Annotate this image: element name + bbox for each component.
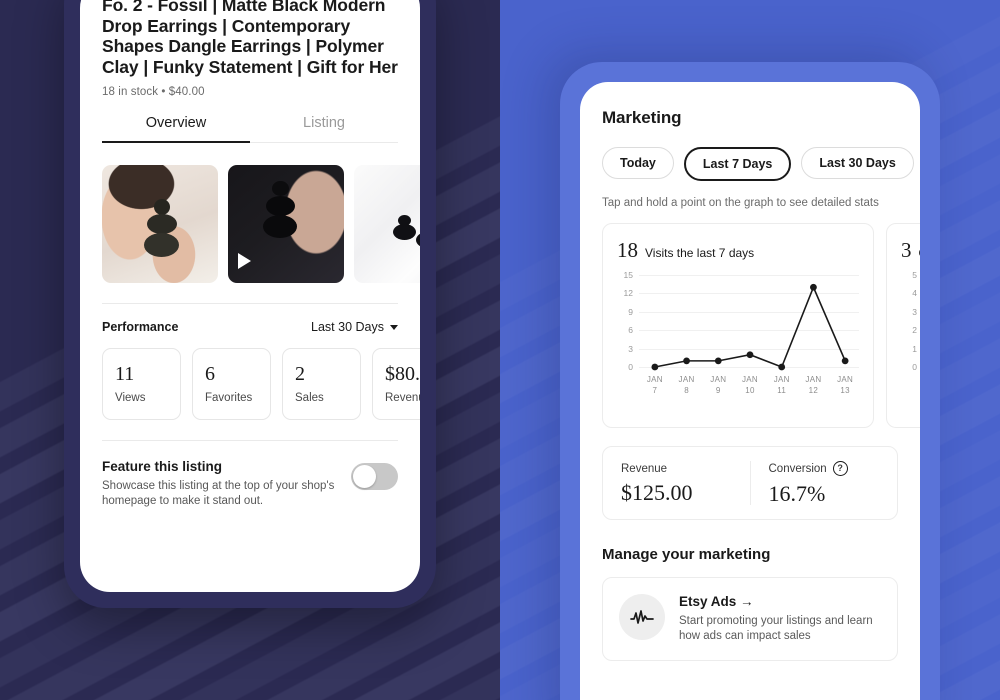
performance-range-label: Last 30 Days xyxy=(311,320,384,334)
kpi-row: Revenue $125.00 Conversion ? 16.7% xyxy=(602,446,898,520)
listing-stock-price: 18 in stock • $40.00 xyxy=(102,86,205,98)
help-icon[interactable]: ? xyxy=(832,461,848,476)
visits-card-header: 18 Visits the last 7 days xyxy=(617,240,859,261)
orders-line-chart: 5 4 3 2 1 0 xyxy=(901,270,920,395)
stat-value: 2 xyxy=(295,363,305,385)
right-phone-frame: Marketing Today Last 7 Days Last 30 Days… xyxy=(560,62,940,700)
feature-listing-description: Showcase this listing at the top of your… xyxy=(102,480,335,507)
sparkline-icon xyxy=(619,594,665,640)
thumbnail-product-photo[interactable] xyxy=(354,165,420,283)
y-axis-tick: 2 xyxy=(912,325,917,336)
x-axis-tick: JAN 9 xyxy=(710,375,727,395)
chevron-down-icon xyxy=(390,324,398,330)
y-axis-tick: 4 xyxy=(912,288,917,299)
stat-sales[interactable]: 2 Sales xyxy=(282,348,361,420)
y-axis-tick: 6 xyxy=(628,325,633,336)
play-icon xyxy=(238,253,251,269)
feature-listing-section: Feature this listing Showcase this listi… xyxy=(80,441,420,509)
x-axis-tick: JAN 11 xyxy=(773,375,790,395)
stat-favorites[interactable]: 6 Favorites xyxy=(192,348,271,420)
y-axis-tick: 3 xyxy=(912,306,917,317)
thumbnail-model-photo[interactable] xyxy=(102,165,218,283)
stat-value: 11 xyxy=(115,363,135,385)
date-range-chip-group: Today Last 7 Days Last 30 Days This xyxy=(602,147,914,181)
visits-series-path xyxy=(651,283,849,371)
tab-listing[interactable]: Listing xyxy=(250,115,398,142)
page-title: Marketing xyxy=(602,108,682,127)
y-axis-tick: 1 xyxy=(912,343,917,354)
etsy-ads-description: Start promoting your listings and learn … xyxy=(679,615,873,642)
kpi-revenue: Revenue $125.00 xyxy=(603,463,750,504)
listing-thumbnail-strip[interactable] xyxy=(80,143,420,283)
y-axis-tick: 0 xyxy=(912,362,917,372)
kpi-value: 16.7% xyxy=(768,481,826,506)
orders-graph-card[interactable]: 3 Or 5 4 3 2 1 0 xyxy=(886,223,920,428)
y-axis-tick: 15 xyxy=(623,270,633,280)
feature-listing-toggle[interactable] xyxy=(351,463,398,490)
active-tab-underline xyxy=(102,140,250,143)
toggle-knob xyxy=(353,465,376,488)
y-axis-tick: 12 xyxy=(623,288,633,299)
right-phone-screen: Marketing Today Last 7 Days Last 30 Days… xyxy=(580,82,920,700)
y-axis-tick: 0 xyxy=(628,362,633,372)
performance-range-selector[interactable]: Last 30 Days xyxy=(311,320,398,334)
etsy-ads-card[interactable]: Etsy Ads → Start promoting your listings… xyxy=(602,577,898,661)
visits-total: 18 xyxy=(617,238,638,262)
feature-listing-title: Feature this listing xyxy=(102,459,223,474)
x-axis-tick: JAN 10 xyxy=(741,375,758,395)
orders-caption: Or xyxy=(919,246,921,260)
visits-caption: Visits the last 7 days xyxy=(645,246,755,260)
y-axis-tick: 9 xyxy=(628,306,633,317)
chip-last-30-days[interactable]: Last 30 Days xyxy=(801,147,914,179)
stat-revenue[interactable]: $80.00 Revenue xyxy=(372,348,420,420)
x-axis-tick: JAN 13 xyxy=(837,375,854,395)
stat-value: $80.00 xyxy=(385,363,420,385)
stat-label: Sales xyxy=(295,392,324,404)
orders-total: 3 xyxy=(901,238,912,262)
x-axis-tick: JAN 8 xyxy=(678,375,695,395)
stat-value: 6 xyxy=(205,363,215,385)
kpi-conversion: Conversion ? 16.7% xyxy=(749,461,898,506)
stat-views[interactable]: 11 Views xyxy=(102,348,181,420)
kpi-label: Conversion xyxy=(768,462,827,475)
stat-label: Favorites xyxy=(205,392,253,404)
y-axis-tick: 5 xyxy=(912,270,917,280)
kpi-label: Revenue xyxy=(621,462,668,475)
graph-hint-text: Tap and hold a point on the graph to see… xyxy=(602,197,879,209)
visits-line-chart: 15 12 9 6 3 0 JAN 7 JAN 8 JAN 9 JAN 10 JAN 11 JAN 12 JAN 13 xyxy=(617,270,859,395)
left-phone-screen: Fo. 2 - Fossil | Matte Black Modern Drop… xyxy=(80,0,420,592)
screenshot-stage: Fo. 2 - Fossil | Matte Black Modern Drop… xyxy=(0,0,1000,700)
stat-label: Views xyxy=(115,392,146,404)
performance-stat-row: 11 Views 6 Favorites 2 Sales $80.00 Reve… xyxy=(80,334,420,420)
chip-today[interactable]: Today xyxy=(602,147,674,179)
visits-graph-card[interactable]: 18 Visits the last 7 days 15 12 9 6 3 0 JAN 7 JA… xyxy=(602,223,874,428)
y-axis-tick: 3 xyxy=(628,343,633,354)
chip-last-7-days[interactable]: Last 7 Days xyxy=(683,147,792,181)
performance-label: Performance xyxy=(102,320,179,334)
orders-card-header: 3 Or xyxy=(901,240,920,261)
etsy-ads-title: Etsy Ads → xyxy=(679,594,754,609)
manage-marketing-heading: Manage your marketing xyxy=(602,546,771,563)
tab-overview[interactable]: Overview xyxy=(102,115,250,142)
listing-tabs: Overview Listing xyxy=(102,115,398,143)
x-axis-tick: JAN 7 xyxy=(646,375,663,395)
left-phone-frame: Fo. 2 - Fossil | Matte Black Modern Drop… xyxy=(64,0,436,608)
kpi-value: $125.00 xyxy=(621,479,693,505)
listing-title: Fo. 2 - Fossil | Matte Black Modern Drop… xyxy=(102,0,398,77)
thumbnail-video[interactable] xyxy=(228,165,344,283)
stat-label: Revenue xyxy=(385,392,420,404)
performance-header: Performance Last 30 Days xyxy=(80,304,420,334)
x-axis-tick: JAN 12 xyxy=(805,375,822,395)
graph-card-carousel[interactable]: 18 Visits the last 7 days 15 12 9 6 3 0 JAN 7 JA… xyxy=(602,223,920,428)
